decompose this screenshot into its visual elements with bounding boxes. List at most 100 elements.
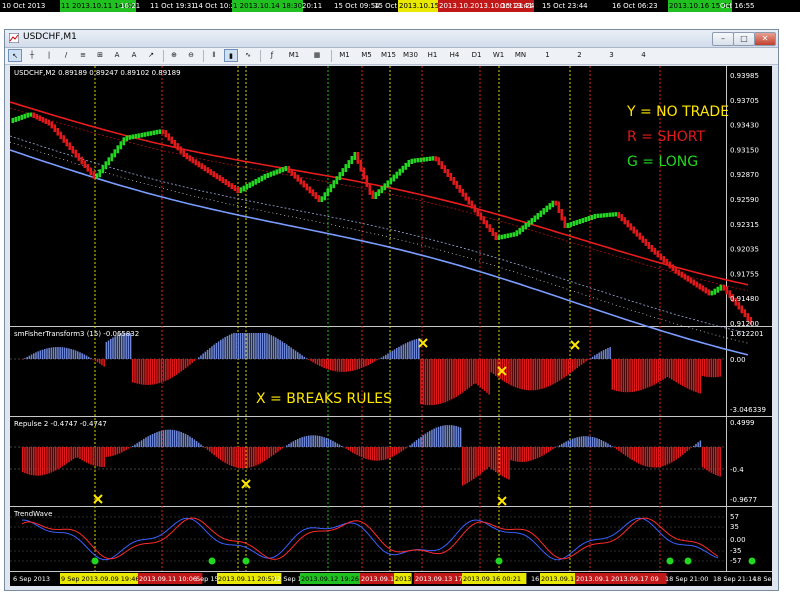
minimize-button[interactable]: – xyxy=(712,32,734,46)
blue-histogram-bar xyxy=(303,356,306,359)
maximize-button[interactable]: □ xyxy=(733,32,755,46)
close-button[interactable]: ✕ xyxy=(754,32,776,46)
blue-histogram-bar xyxy=(46,348,48,359)
vertical-line-icon[interactable]: | xyxy=(42,49,56,62)
red-brick xyxy=(461,188,465,197)
period-button-4[interactable]: 4 xyxy=(629,49,658,62)
blue-histogram-bar xyxy=(167,429,169,447)
red-histogram-bar xyxy=(360,359,363,368)
fisher-pane-header: smFisherTransform3 (15) -0.065832 xyxy=(14,330,139,338)
blue-histogram-bar xyxy=(191,437,193,447)
period-button-h1[interactable]: H1 xyxy=(423,49,442,62)
red-brick xyxy=(74,149,78,158)
blue-histogram-bar xyxy=(420,436,422,447)
period-button-mn[interactable]: MN xyxy=(511,49,530,62)
red-histogram-bar xyxy=(666,359,669,378)
period-button-d1[interactable]: D1 xyxy=(467,49,486,62)
red-histogram-bar xyxy=(501,447,504,477)
red-histogram-bar xyxy=(57,447,59,470)
window-titlebar[interactable]: USDCHF,M1 – □ ✕ xyxy=(5,30,778,48)
red-brick xyxy=(203,165,207,172)
blue-histogram-bar xyxy=(41,349,44,359)
green-brick xyxy=(539,210,543,218)
red-brick xyxy=(722,284,726,291)
chart-canvas[interactable]: USDCHF,M2 0.89189 0.89247 0.89102 0.8918… xyxy=(9,66,796,586)
red-histogram-bar xyxy=(378,447,380,461)
repulse-axis-label: -0.4 xyxy=(730,466,744,474)
red-histogram-bar xyxy=(479,447,482,474)
blue-histogram-bar xyxy=(561,443,563,447)
trendwave-signal-dot xyxy=(495,557,503,565)
text-icon[interactable]: A xyxy=(110,49,124,62)
blue-histogram-bar xyxy=(88,356,90,359)
red-histogram-bar xyxy=(693,359,695,392)
green-brick xyxy=(158,129,162,134)
red-histogram-bar xyxy=(525,447,528,462)
period-button-m5[interactable]: M5 xyxy=(357,49,376,62)
red-histogram-bar xyxy=(37,447,39,476)
blue-histogram-bar xyxy=(77,351,79,359)
text-label-icon[interactable]: A xyxy=(127,49,141,62)
blue-histogram-bar xyxy=(70,349,72,359)
chart-window[interactable]: USDCHF,M1 – □ ✕ ↖ ┼ | / ≡ ⊞ A A ↗ ⊕ ⊖ ⫴ ▮ ∿ ƒ M1 ▦ M1 M5 M1… xyxy=(4,29,796,591)
period-button-1[interactable]: 1 xyxy=(533,49,562,62)
red-histogram-bar xyxy=(349,447,352,452)
blue-histogram-bar xyxy=(110,339,112,359)
blue-histogram-bar xyxy=(30,354,33,359)
period-button-m15[interactable]: M15 xyxy=(379,49,398,62)
red-brick xyxy=(656,250,660,258)
red-histogram-bar xyxy=(356,359,358,370)
indicators-icon[interactable]: ƒ xyxy=(264,49,280,62)
blue-histogram-bar xyxy=(411,443,413,447)
chart-area[interactable]: USDCHF,M2 0.89189 0.89247 0.89102 0.8918… xyxy=(9,66,796,586)
red-histogram-bar xyxy=(99,359,101,364)
horizontal-line-icon[interactable]: ≡ xyxy=(76,49,90,62)
blue-histogram-bar xyxy=(116,335,119,359)
blue-histogram-bar xyxy=(409,445,411,447)
arrow-icon[interactable]: ↗ xyxy=(144,49,158,62)
blue-histogram-bar xyxy=(404,343,407,359)
period-button-w1[interactable]: W1 xyxy=(489,49,508,62)
period-button-m1[interactable]: M1 xyxy=(335,49,354,62)
timeframe-dropdown[interactable]: M1 xyxy=(283,49,305,62)
zoom-out-icon[interactable]: ⊖ xyxy=(184,49,198,62)
red-brick xyxy=(662,256,666,263)
trendline-icon[interactable]: / xyxy=(59,49,73,62)
green-brick xyxy=(137,133,141,138)
red-histogram-bar xyxy=(235,447,237,468)
green-brick xyxy=(140,132,144,138)
blue-histogram-bar xyxy=(63,347,66,359)
period-button-3[interactable]: 3 xyxy=(597,49,626,62)
time-axis-label: 18 Sep 21:00 xyxy=(665,575,708,583)
red-brick xyxy=(644,238,648,246)
period-button-h4[interactable]: H4 xyxy=(445,49,464,62)
blue-histogram-bar xyxy=(448,425,451,447)
period-button-2[interactable]: 2 xyxy=(565,49,594,62)
zoom-in-icon[interactable]: ⊕ xyxy=(167,49,181,62)
red-histogram-bar xyxy=(490,359,493,373)
green-brick xyxy=(542,208,546,215)
period-button-m30[interactable]: M30 xyxy=(401,49,420,62)
candlestick-icon[interactable]: ▮ xyxy=(224,49,238,62)
time-axis: 6 Sep 2013 9 Sep 2013.09.09 19:46 2013.09.… xyxy=(13,573,796,584)
red-histogram-bar xyxy=(244,447,246,469)
red-histogram-bar xyxy=(642,359,644,390)
blue-histogram-bar xyxy=(202,353,204,359)
bar-chart-icon[interactable]: ⫴ xyxy=(207,49,221,62)
red-histogram-bar xyxy=(206,447,209,450)
cursor-icon[interactable]: ↖ xyxy=(8,49,22,62)
blue-histogram-bar xyxy=(114,336,116,359)
window-title: USDCHF,M1 xyxy=(23,32,77,42)
blue-histogram-bar xyxy=(446,425,449,447)
channel-icon[interactable]: ⊞ xyxy=(93,49,107,62)
red-brick xyxy=(218,175,222,182)
blue-histogram-bar xyxy=(81,353,83,359)
blue-histogram-bar xyxy=(50,347,53,359)
blue-histogram-bar xyxy=(393,349,396,359)
blue-histogram-bar xyxy=(147,436,149,447)
crosshair-icon[interactable]: ┼ xyxy=(25,49,39,62)
line-chart-icon[interactable]: ∿ xyxy=(241,49,255,62)
template-icon[interactable]: ▦ xyxy=(308,49,326,62)
red-histogram-bar xyxy=(517,359,519,389)
red-histogram-bar xyxy=(222,447,224,462)
